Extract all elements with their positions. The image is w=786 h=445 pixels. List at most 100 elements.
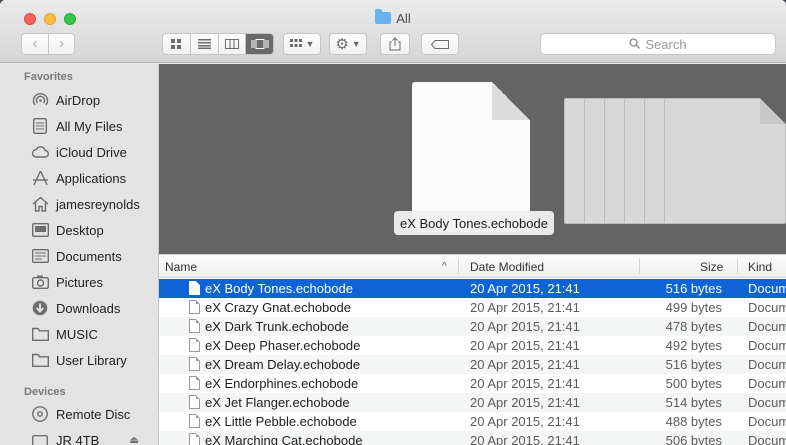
eject-icon[interactable]: ⏏	[129, 435, 138, 445]
file-date: 20 Apr 2015, 21:41	[470, 433, 580, 445]
file-date: 20 Apr 2015, 21:41	[470, 281, 580, 296]
column-view-button[interactable]	[217, 34, 246, 54]
cloud-icon	[31, 144, 49, 160]
sidebar-item-label: Applications	[56, 170, 127, 186]
cover-flow-view-button[interactable]	[245, 34, 273, 54]
toolbar: All ‹ › ▼ ⚙ ▼ Search	[0, 0, 786, 63]
sidebar-item-desktop[interactable]: Desktop	[31, 219, 104, 241]
icon-view-button[interactable]	[163, 34, 190, 54]
share-icon	[389, 37, 401, 51]
list-header: Name ^ Date Modified Size Kind	[159, 254, 786, 278]
selected-file-preview[interactable]	[412, 82, 530, 232]
list-view-button[interactable]	[190, 34, 218, 54]
chevron-left-icon: ‹	[32, 35, 38, 52]
grid-icon	[171, 38, 182, 49]
document-icon	[189, 281, 200, 295]
sidebar-item-pictures[interactable]: Pictures	[31, 271, 103, 293]
back-button[interactable]: ‹	[22, 34, 48, 54]
sidebar-item-remote-disc[interactable]: Remote Disc	[31, 403, 130, 425]
camera-icon	[31, 274, 49, 290]
file-date: 20 Apr 2015, 21:41	[470, 338, 580, 353]
table-row[interactable]: eX Jet Flanger.echobode 20 Apr 2015, 21:…	[159, 393, 786, 412]
file-list: Name ^ Date Modified Size Kind eX Body T…	[159, 254, 786, 445]
sidebar-item-label: jamesreynolds	[56, 196, 140, 212]
sidebar-item-applications[interactable]: Applications	[31, 167, 126, 189]
cover-flow-icon	[251, 39, 269, 49]
sidebar-item-music[interactable]: MUSIC	[31, 323, 98, 345]
file-size: 516 bytes	[665, 281, 722, 296]
file-date: 20 Apr 2015, 21:41	[470, 357, 580, 372]
drive-icon	[31, 432, 49, 445]
action-button[interactable]: ⚙ ▼	[329, 33, 367, 55]
file-name: eX Endorphines.echobode	[205, 376, 359, 391]
download-icon	[31, 300, 49, 316]
document-icon	[189, 357, 200, 371]
sidebar-item-user-library[interactable]: User Library	[31, 349, 127, 371]
sidebar-item-all-my-files[interactable]: All My Files	[31, 115, 122, 137]
window-title-text: All	[396, 11, 411, 26]
column-header-size[interactable]: Size	[700, 259, 723, 275]
sidebar-item-label: JR 4TB	[56, 432, 100, 445]
file-name: eX Little Pebble.echobode	[205, 414, 357, 429]
file-size: 478 bytes	[665, 319, 722, 334]
desktop-icon	[31, 222, 49, 238]
chevron-down-icon: ▼	[351, 39, 361, 49]
sidebar-item-downloads[interactable]: Downloads	[31, 297, 120, 319]
sidebar-item-label: All My Files	[56, 118, 123, 134]
finder-window: All ‹ › ▼ ⚙ ▼ Search Favorites AirDrop A…	[0, 0, 786, 445]
file-name: eX Dark Trunk.echobode	[205, 319, 349, 334]
table-row[interactable]: eX Deep Phaser.echobode 20 Apr 2015, 21:…	[159, 336, 786, 355]
file-preview[interactable]	[664, 98, 786, 224]
sidebar-header-favorites: Favorites	[24, 71, 73, 83]
document-icon	[189, 395, 200, 409]
airdrop-icon	[31, 92, 49, 108]
file-name: eX Deep Phaser.echobode	[205, 338, 361, 353]
table-row[interactable]: eX Crazy Gnat.echobode 20 Apr 2015, 21:4…	[159, 298, 786, 317]
folder-icon	[375, 9, 392, 24]
sidebar-item-airdrop[interactable]: AirDrop	[31, 89, 100, 111]
document-icon	[189, 414, 200, 428]
column-header-name[interactable]: Name	[165, 259, 197, 275]
file-date: 20 Apr 2015, 21:41	[470, 300, 580, 315]
table-row[interactable]: eX Body Tones.echobode 20 Apr 2015, 21:4…	[159, 279, 786, 298]
nav-buttons: ‹ ›	[21, 33, 75, 55]
table-row[interactable]: eX Dream Delay.echobode 20 Apr 2015, 21:…	[159, 355, 786, 374]
applications-icon	[31, 170, 49, 186]
disc-icon	[31, 406, 49, 422]
sidebar-item-jr-4tb[interactable]: JR 4TB ⏏	[31, 429, 139, 445]
file-name: eX Jet Flanger.echobode	[205, 395, 350, 410]
file-size: 516 bytes	[665, 357, 722, 372]
share-button[interactable]	[380, 33, 410, 55]
cover-flow-label: eX Body Tones.echobode	[394, 211, 554, 235]
table-row[interactable]: eX Little Pebble.echobode 20 Apr 2015, 2…	[159, 412, 786, 431]
table-row[interactable]: eX Dark Trunk.echobode 20 Apr 2015, 21:4…	[159, 317, 786, 336]
document-icon	[189, 376, 200, 390]
file-kind: Docum	[748, 376, 786, 391]
all-files-icon	[31, 118, 49, 134]
file-name: eX Marching Cat.echobode	[205, 433, 363, 445]
file-name: eX Crazy Gnat.echobode	[205, 300, 351, 315]
arrange-button[interactable]: ▼	[283, 33, 321, 55]
file-name: eX Body Tones.echobode	[205, 281, 353, 296]
sidebar-item-icloud-drive[interactable]: iCloud Drive	[31, 141, 127, 163]
sidebar-item-label: Remote Disc	[56, 406, 131, 422]
file-size: 500 bytes	[665, 376, 722, 391]
tags-button[interactable]	[421, 33, 459, 55]
file-size: 514 bytes	[665, 395, 722, 410]
document-icon	[189, 433, 200, 445]
view-mode-group	[162, 33, 274, 55]
sidebar-item-documents[interactable]: Documents	[31, 245, 122, 267]
sidebar-item-home[interactable]: jamesreynolds	[31, 193, 140, 215]
search-field[interactable]: Search	[540, 33, 776, 55]
table-row[interactable]: eX Endorphines.echobode 20 Apr 2015, 21:…	[159, 374, 786, 393]
file-kind: Docum	[748, 433, 786, 445]
gear-icon: ⚙	[335, 36, 349, 53]
forward-button[interactable]: ›	[47, 34, 74, 54]
file-kind: Docum	[748, 319, 786, 334]
tag-icon	[431, 39, 449, 49]
column-header-date[interactable]: Date Modified	[470, 259, 544, 275]
table-row[interactable]: eX Marching Cat.echobode 20 Apr 2015, 21…	[159, 431, 786, 445]
column-header-kind[interactable]: Kind	[748, 259, 772, 275]
sidebar-item-label: Desktop	[56, 222, 104, 238]
sidebar-item-label: Pictures	[56, 274, 103, 290]
